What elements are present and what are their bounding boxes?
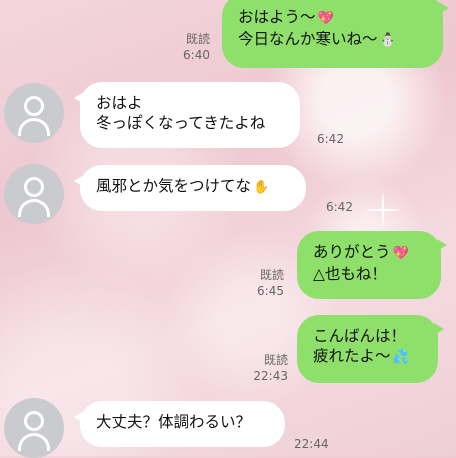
read-receipt: 既読 6:40 bbox=[183, 32, 210, 62]
sweat-drops-icon: 💦 bbox=[392, 350, 409, 365]
message-text: こんばんは！ bbox=[313, 327, 407, 345]
message-text: おはよう〜 bbox=[238, 8, 316, 26]
snowman-icon: ⛄ bbox=[379, 33, 396, 48]
user-silhouette-icon bbox=[24, 411, 44, 431]
heart-icon: 💖 bbox=[317, 11, 334, 26]
raised-hand-icon: ✋ bbox=[253, 180, 270, 195]
message-bubble-sent[interactable]: おはよう〜 💖 今日なんか寒いね〜 ⛄ bbox=[222, 0, 449, 68]
user-silhouette-body bbox=[18, 118, 50, 136]
avatar[interactable] bbox=[4, 83, 64, 143]
timestamp: 22:44 bbox=[294, 437, 329, 451]
timestamp: 6:42 bbox=[317, 132, 344, 146]
user-silhouette-body bbox=[18, 433, 50, 451]
message-text: ありがとう bbox=[313, 243, 391, 261]
message-bubble-sent[interactable]: こんばんは！ 疲れたよ〜 💦 bbox=[297, 315, 444, 383]
message-text: 風邪とか気をつけてな bbox=[96, 177, 252, 195]
user-silhouette-body bbox=[18, 199, 50, 217]
message-text: △也もね！ bbox=[313, 265, 387, 283]
message-bubble-received[interactable]: おはよ 冬っぽくなってきたよね bbox=[74, 82, 300, 148]
read-receipt: 既読 22:43 bbox=[253, 353, 288, 383]
message-bubble-received[interactable]: 風邪とか気をつけてな ✋ bbox=[74, 165, 306, 211]
timestamp: 6:42 bbox=[326, 200, 353, 214]
avatar[interactable] bbox=[4, 398, 64, 458]
user-silhouette-icon bbox=[24, 177, 44, 197]
user-silhouette-icon bbox=[24, 96, 44, 116]
message-text: 大丈夫？体調わるい？ bbox=[96, 413, 252, 431]
sparkle-decoration bbox=[366, 193, 400, 227]
message-bubble-received[interactable]: 大丈夫？体調わるい？ bbox=[74, 401, 285, 447]
message-text: 疲れたよ〜 bbox=[313, 347, 391, 365]
message-text: 今日なんか寒いね〜 bbox=[238, 30, 378, 48]
message-bubble-sent[interactable]: ありがとう 💖 △也もね！ bbox=[297, 231, 447, 299]
message-text: 冬っぽくなってきたよね bbox=[96, 114, 266, 132]
read-receipt: 既読 6:45 bbox=[257, 268, 284, 298]
heart-icon: 💖 bbox=[392, 246, 409, 261]
message-text: おはよ bbox=[96, 94, 143, 112]
avatar[interactable] bbox=[4, 164, 64, 224]
